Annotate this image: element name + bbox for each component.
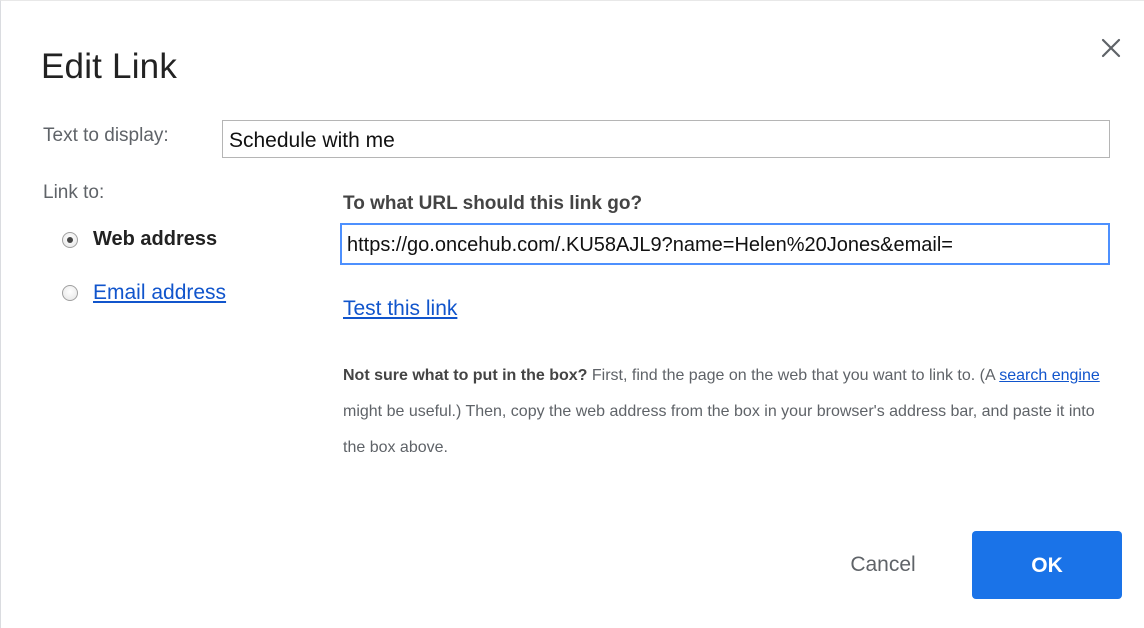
help-text-bold: Not sure what to put in the box? bbox=[343, 367, 588, 384]
text-to-display-input[interactable] bbox=[222, 120, 1110, 158]
web-address-label[interactable]: Web address bbox=[93, 228, 217, 251]
dialog-title: Edit Link bbox=[41, 47, 178, 86]
help-text-part1: First, find the page on the web that you… bbox=[587, 367, 1000, 384]
email-address-option[interactable]: Email address bbox=[62, 281, 226, 305]
email-address-link[interactable]: Email address bbox=[93, 281, 226, 305]
edit-link-dialog: Edit Link Text to display: Link to: Web … bbox=[0, 0, 1144, 628]
help-text: Not sure what to put in the box? First, … bbox=[343, 358, 1113, 466]
text-to-display-label: Text to display: bbox=[43, 125, 169, 146]
web-address-radio[interactable] bbox=[62, 231, 78, 248]
search-engine-link[interactable]: search engine bbox=[999, 367, 1100, 384]
help-text-part2: might be useful.) Then, copy the web add… bbox=[343, 403, 1095, 456]
url-input[interactable] bbox=[340, 223, 1110, 265]
ok-button[interactable]: OK bbox=[972, 531, 1122, 599]
test-this-link[interactable]: Test this link bbox=[343, 297, 457, 321]
close-button[interactable] bbox=[1098, 35, 1124, 61]
email-address-radio[interactable] bbox=[62, 285, 78, 301]
cancel-button[interactable]: Cancel bbox=[823, 530, 943, 598]
url-question-label: To what URL should this link go? bbox=[343, 193, 643, 214]
close-icon bbox=[1098, 35, 1124, 61]
web-address-option[interactable]: Web address bbox=[62, 228, 217, 251]
link-to-label: Link to: bbox=[43, 182, 105, 203]
